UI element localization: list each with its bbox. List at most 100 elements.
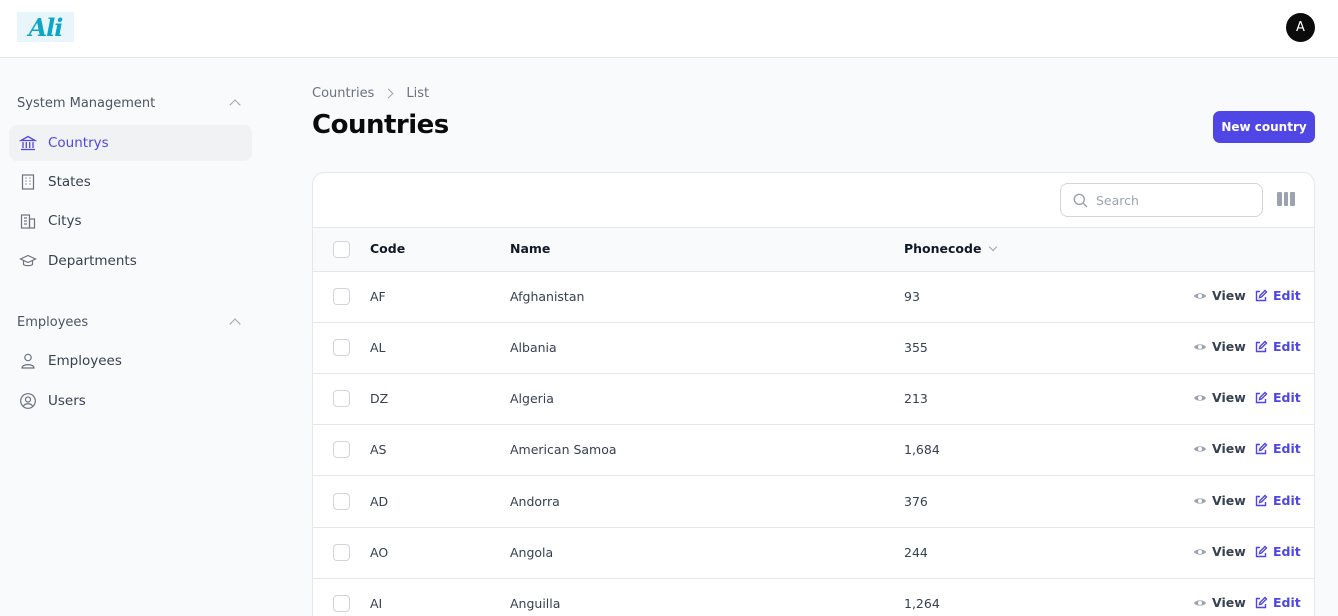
edit-action[interactable]: Edit — [1254, 493, 1301, 508]
eye-icon — [1193, 596, 1207, 610]
table-row[interactable]: AF Afghanistan 93 View Edit — [313, 272, 1314, 323]
view-action[interactable]: View — [1193, 441, 1246, 456]
search-input[interactable] — [1096, 192, 1246, 208]
edit-icon — [1254, 545, 1268, 559]
edit-action[interactable]: Edit — [1254, 544, 1301, 559]
cell-code: AD — [370, 494, 389, 509]
table-row[interactable]: AI Anguilla 1,264 View Edit — [313, 579, 1314, 616]
edit-action[interactable]: Edit — [1254, 339, 1301, 354]
select-all-checkbox[interactable] — [333, 241, 350, 258]
view-label: View — [1212, 288, 1246, 303]
edit-icon — [1254, 442, 1268, 456]
view-label: View — [1212, 493, 1246, 508]
edit-action[interactable]: Edit — [1254, 390, 1301, 405]
sidebar: System Management Countrys States Citys … — [0, 58, 270, 616]
view-label: View — [1212, 390, 1246, 405]
view-action[interactable]: View — [1193, 493, 1246, 508]
eye-icon — [1193, 545, 1207, 559]
view-label: View — [1212, 544, 1246, 559]
view-label: View — [1212, 441, 1246, 456]
view-action[interactable]: View — [1193, 390, 1246, 405]
table-row[interactable]: AL Albania 355 View Edit — [313, 323, 1314, 374]
edit-action[interactable]: Edit — [1254, 441, 1301, 456]
row-checkbox[interactable] — [333, 544, 350, 561]
chevron-up-icon — [229, 99, 241, 111]
chevron-up-icon — [229, 318, 241, 330]
row-checkbox[interactable] — [333, 390, 350, 407]
cell-phonecode: 1,684 — [904, 442, 940, 457]
column-header-code[interactable]: Code — [370, 241, 405, 256]
office-building-icon — [19, 212, 37, 230]
nav-group-employees[interactable]: Employees — [17, 312, 243, 332]
row-checkbox[interactable] — [333, 595, 350, 612]
table-row[interactable]: AD Andorra 376 View Edit — [313, 477, 1314, 528]
table-row[interactable]: DZ Algeria 213 View Edit — [313, 374, 1314, 425]
eye-icon — [1193, 289, 1207, 303]
table-row[interactable]: AS American Samoa 1,684 View Edit — [313, 425, 1314, 476]
row-checkbox[interactable] — [333, 441, 350, 458]
sidebar-item-label: Departments — [48, 253, 137, 269]
cell-phonecode: 244 — [904, 545, 928, 560]
edit-icon — [1254, 340, 1268, 354]
edit-label: Edit — [1273, 441, 1301, 456]
bank-icon — [19, 134, 37, 152]
edit-icon — [1254, 596, 1268, 610]
cell-code: AF — [370, 289, 386, 304]
edit-action[interactable]: Edit — [1254, 288, 1301, 303]
app-logo[interactable]: Ali — [17, 12, 74, 42]
cell-code: AL — [370, 340, 386, 355]
nav-group-system-management[interactable]: System Management — [17, 93, 243, 113]
breadcrumb-list: List — [406, 86, 430, 101]
row-checkbox[interactable] — [333, 339, 350, 356]
row-checkbox[interactable] — [333, 288, 350, 305]
edit-icon — [1254, 494, 1268, 508]
column-header-phonecode[interactable]: Phonecode — [904, 241, 998, 256]
view-action[interactable]: View — [1193, 595, 1246, 610]
edit-label: Edit — [1273, 339, 1301, 354]
edit-label: Edit — [1273, 288, 1301, 303]
chevron-right-icon — [383, 88, 394, 99]
sidebar-item-countrys[interactable]: Countrys — [9, 125, 252, 161]
view-action[interactable]: View — [1193, 288, 1246, 303]
logo-text: Ali — [28, 12, 64, 42]
top-bar: Ali A — [0, 0, 1338, 58]
edit-label: Edit — [1273, 595, 1301, 610]
column-header-name[interactable]: Name — [510, 241, 550, 256]
user-circle-icon — [19, 392, 37, 410]
nav-group-label: Employees — [17, 314, 89, 330]
cell-phonecode: 213 — [904, 391, 928, 406]
table-header: Code Name Phonecode — [313, 228, 1314, 272]
eye-icon — [1193, 340, 1207, 354]
new-country-button[interactable]: New country — [1213, 111, 1315, 143]
edit-label: Edit — [1273, 390, 1301, 405]
cell-phonecode: 355 — [904, 340, 928, 355]
sidebar-item-label: States — [48, 174, 91, 190]
cell-name: Algeria — [510, 391, 554, 406]
table-row[interactable]: AO Angola 244 View Edit — [313, 528, 1314, 579]
breadcrumb-countries[interactable]: Countries — [312, 86, 374, 101]
cell-name: Afghanistan — [510, 289, 585, 304]
cell-code: AS — [370, 442, 387, 457]
page-title: Countries — [312, 110, 449, 140]
edit-icon — [1254, 391, 1268, 405]
user-avatar[interactable]: A — [1286, 13, 1315, 42]
column-toggle-icon[interactable] — [1277, 192, 1296, 208]
sidebar-item-departments[interactable]: Departments — [9, 243, 252, 279]
sidebar-item-users[interactable]: Users — [9, 383, 252, 419]
search-box[interactable] — [1060, 183, 1263, 217]
graduation-cap-icon — [19, 252, 37, 270]
cell-phonecode: 93 — [904, 289, 920, 304]
edit-action[interactable]: Edit — [1254, 595, 1301, 610]
cell-name: Andorra — [510, 494, 560, 509]
edit-icon — [1254, 289, 1268, 303]
cell-name: Angola — [510, 545, 554, 560]
sidebar-item-states[interactable]: States — [9, 164, 252, 200]
view-action[interactable]: View — [1193, 544, 1246, 559]
sidebar-item-employees[interactable]: Employees — [9, 343, 252, 379]
row-checkbox[interactable] — [333, 493, 350, 510]
column-header-label: Name — [510, 241, 551, 256]
view-action[interactable]: View — [1193, 339, 1246, 354]
sidebar-item-label: Citys — [48, 213, 82, 229]
sidebar-item-citys[interactable]: Citys — [9, 203, 252, 239]
cell-phonecode: 376 — [904, 494, 928, 509]
